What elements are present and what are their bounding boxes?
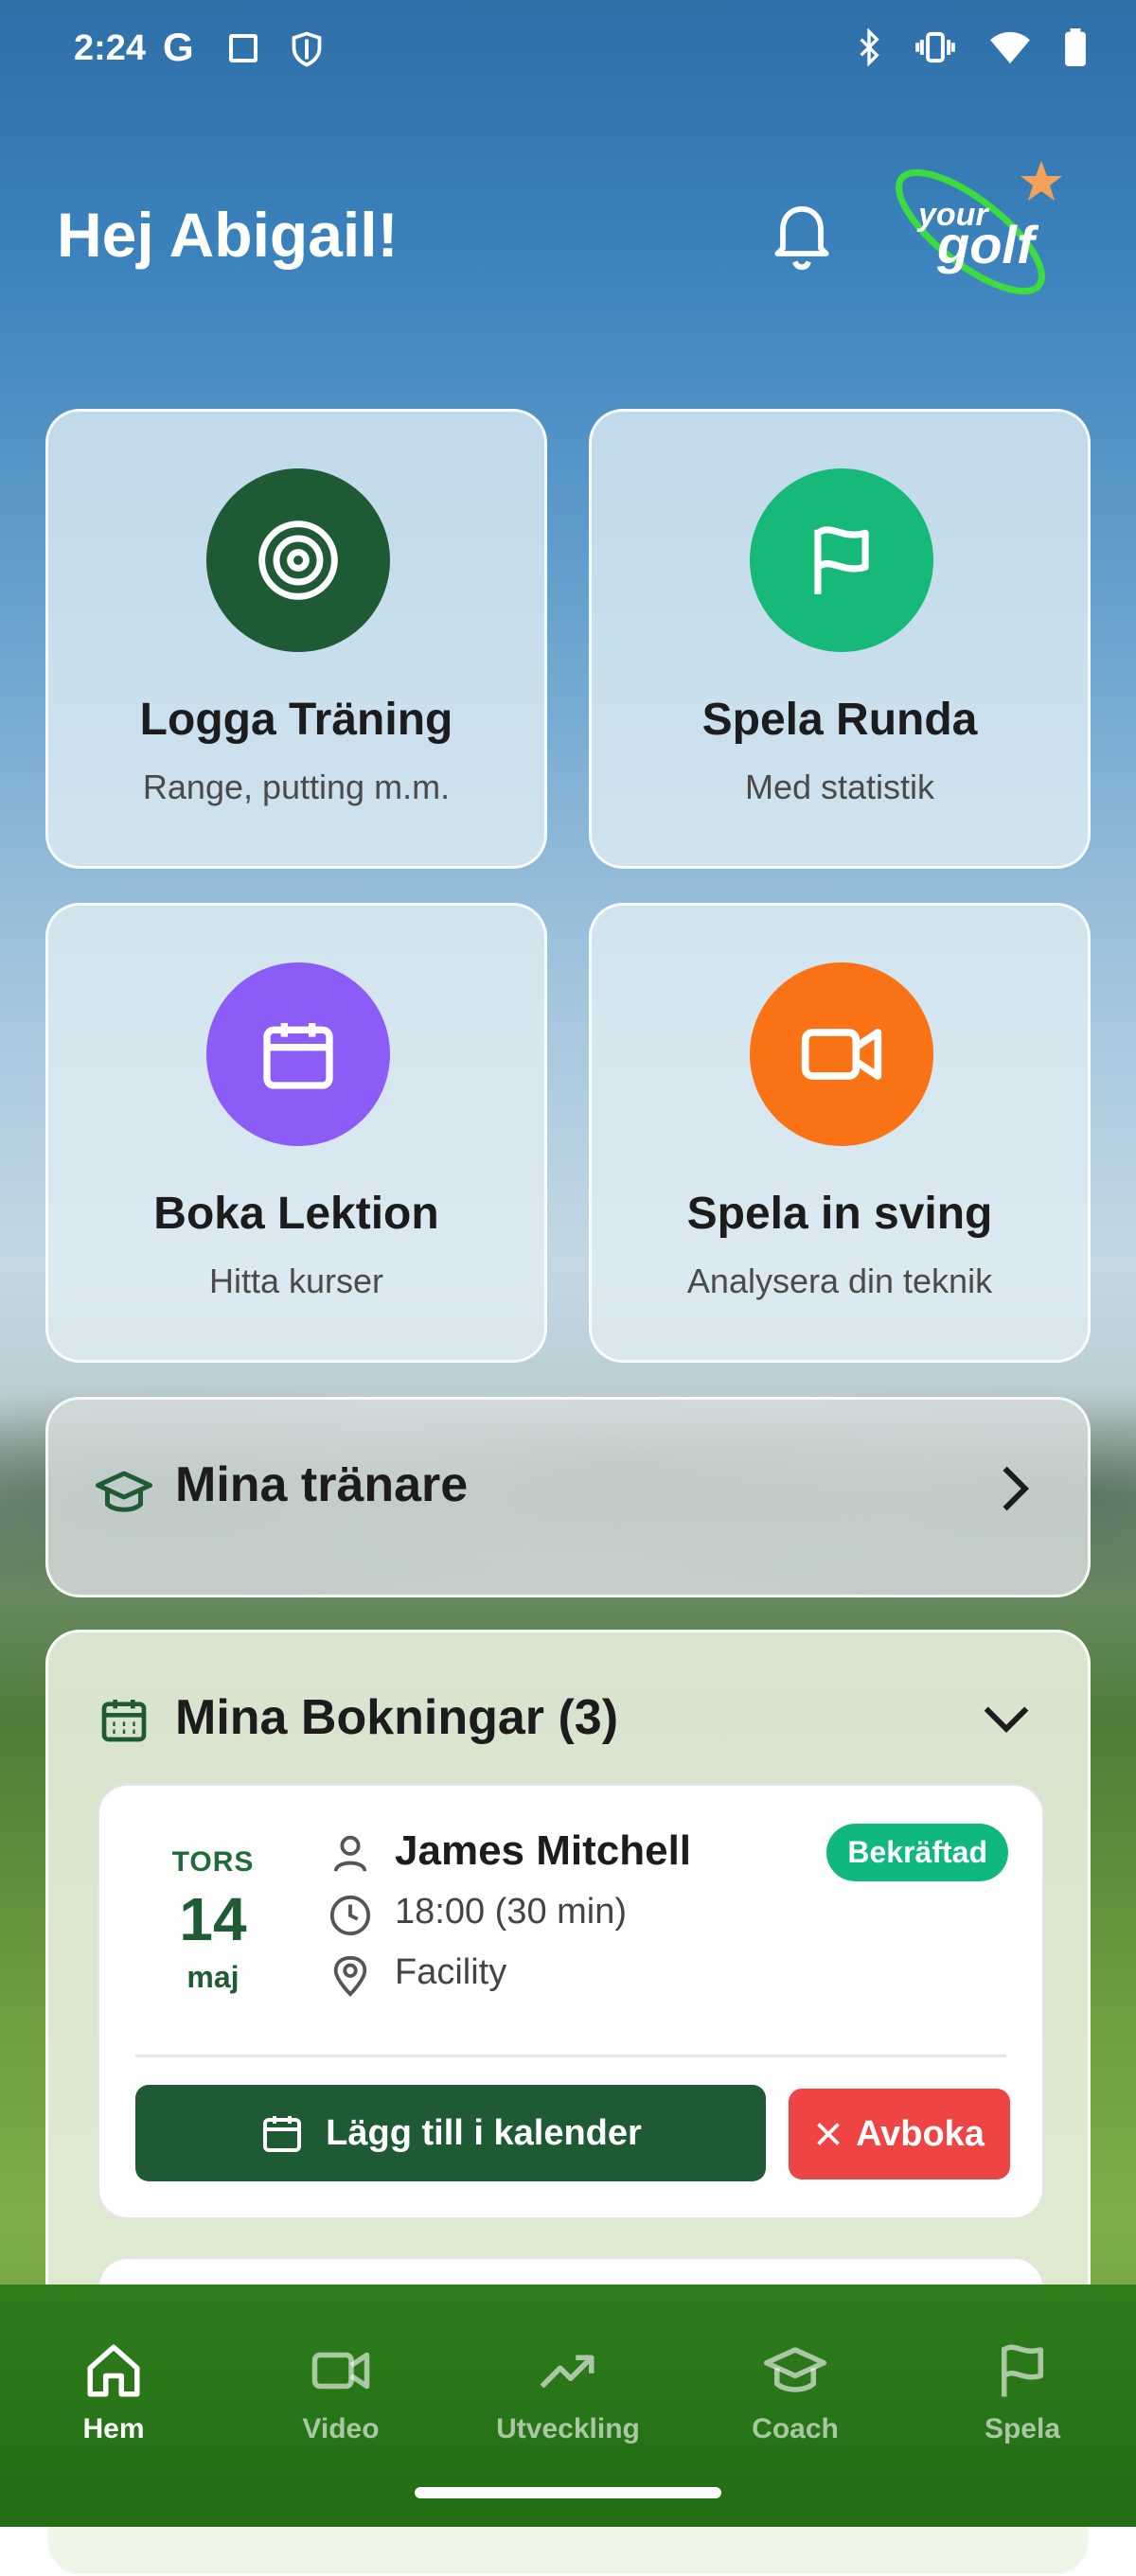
- cancel-booking-button[interactable]: Avboka: [789, 2089, 1010, 2179]
- card-play-round[interactable]: Spela Runda Med statistik: [589, 409, 1091, 869]
- vibrate-icon: [915, 31, 955, 63]
- flag-icon: [750, 468, 933, 652]
- card-subtitle: Analysera din teknik: [686, 1262, 993, 1300]
- booking-month: maj: [186, 1960, 240, 1994]
- close-icon: [817, 2123, 840, 2145]
- trend-icon: [540, 2355, 595, 2389]
- booking-time: 18:00 (30 min): [395, 1892, 628, 1932]
- calendar-icon: [206, 962, 390, 1146]
- status-badge: Bekräftad: [826, 1824, 1008, 1881]
- person-icon: [333, 1835, 367, 1872]
- nav-item-video[interactable]: Video: [227, 2285, 454, 2483]
- calendar-icon: [101, 1700, 147, 1742]
- battery-icon: [1065, 28, 1086, 66]
- add-to-calendar-button[interactable]: Lägg till i kalender: [135, 2085, 766, 2181]
- bottom-navigation: Hem Video Utveckling Coach Spela: [0, 2285, 1136, 2527]
- yourgolf-logo: your golf: [896, 161, 1062, 295]
- card-book-lesson[interactable]: Boka Lektion Hitta kurser: [45, 903, 547, 1363]
- my-bookings-header: Mina Bokningar (3): [175, 1690, 619, 1745]
- bluetooth-icon: [860, 28, 879, 66]
- flag-icon: [1002, 2344, 1043, 2397]
- wifi-icon: [990, 31, 1030, 64]
- gesture-home-indicator[interactable]: [415, 2487, 721, 2498]
- card-subtitle: Range, putting m.m.: [142, 768, 451, 806]
- calendar-icon: [263, 2116, 302, 2152]
- my-trainers-row[interactable]: Mina tränare: [45, 1397, 1091, 1597]
- card-log-training[interactable]: Logga Träning Range, putting m.m.: [45, 409, 547, 869]
- card-title: Boka Lektion: [153, 1189, 439, 1239]
- screenshot-icon: [229, 34, 257, 62]
- divider: [135, 2055, 1006, 2057]
- bell-icon[interactable]: [769, 197, 835, 273]
- card-title: Logga Träning: [139, 695, 453, 745]
- status-time: 2:24: [74, 28, 147, 68]
- nav-item-home[interactable]: Hem: [0, 2285, 227, 2483]
- booking-coach-name: James Mitchell: [395, 1827, 692, 1874]
- shield-icon: [292, 31, 322, 67]
- google-icon: G: [163, 25, 194, 69]
- add-to-calendar-label: Lägg till i kalender: [326, 2112, 642, 2153]
- nav-label: Video: [302, 2413, 380, 2444]
- svg-text:golf: golf: [936, 215, 1039, 274]
- graduation-cap-icon: [96, 1471, 152, 1512]
- chevron-right-icon: [1003, 1466, 1029, 1511]
- graduation-cap-icon: [764, 2347, 826, 2392]
- booking-date: 14: [179, 1885, 247, 1953]
- card-subtitle: Hitta kurser: [208, 1262, 384, 1300]
- card-record-swing[interactable]: Spela in sving Analysera din teknik: [589, 903, 1091, 1363]
- card-title: Spela in sving: [686, 1189, 993, 1239]
- nav-label: Hem: [82, 2413, 145, 2444]
- nav-label: Utveckling: [496, 2413, 640, 2444]
- nav-item-development[interactable]: Utveckling: [454, 2285, 682, 2483]
- location-pin-icon: [333, 1955, 367, 1997]
- home-icon: [87, 2344, 140, 2397]
- video-icon: [311, 2352, 370, 2390]
- card-title: Spela Runda: [701, 695, 978, 745]
- booking-location: Facility: [395, 1952, 507, 1992]
- nav-label: Spela: [984, 2413, 1061, 2444]
- status-bar: 2:24 G: [0, 0, 1136, 104]
- booking-day: TORS: [171, 1846, 255, 1878]
- clock-icon: [329, 1895, 371, 1936]
- nav-label: Coach: [752, 2413, 839, 2444]
- cancel-booking-label: Avboka: [856, 2113, 985, 2154]
- card-subtitle: Med statistik: [744, 768, 935, 806]
- nav-item-play[interactable]: Spela: [909, 2285, 1136, 2483]
- my-trainers-label: Mina tränare: [175, 1457, 469, 1512]
- nav-item-coach[interactable]: Coach: [682, 2285, 909, 2483]
- greeting-title: Hej Abigail!: [57, 200, 399, 270]
- booking-card: TORS 14 maj James Mitchell Bekräftad 18:…: [98, 1784, 1044, 2219]
- target-icon: [206, 468, 390, 652]
- video-icon: [750, 962, 933, 1146]
- chevron-down-icon[interactable]: [982, 1701, 1031, 1735]
